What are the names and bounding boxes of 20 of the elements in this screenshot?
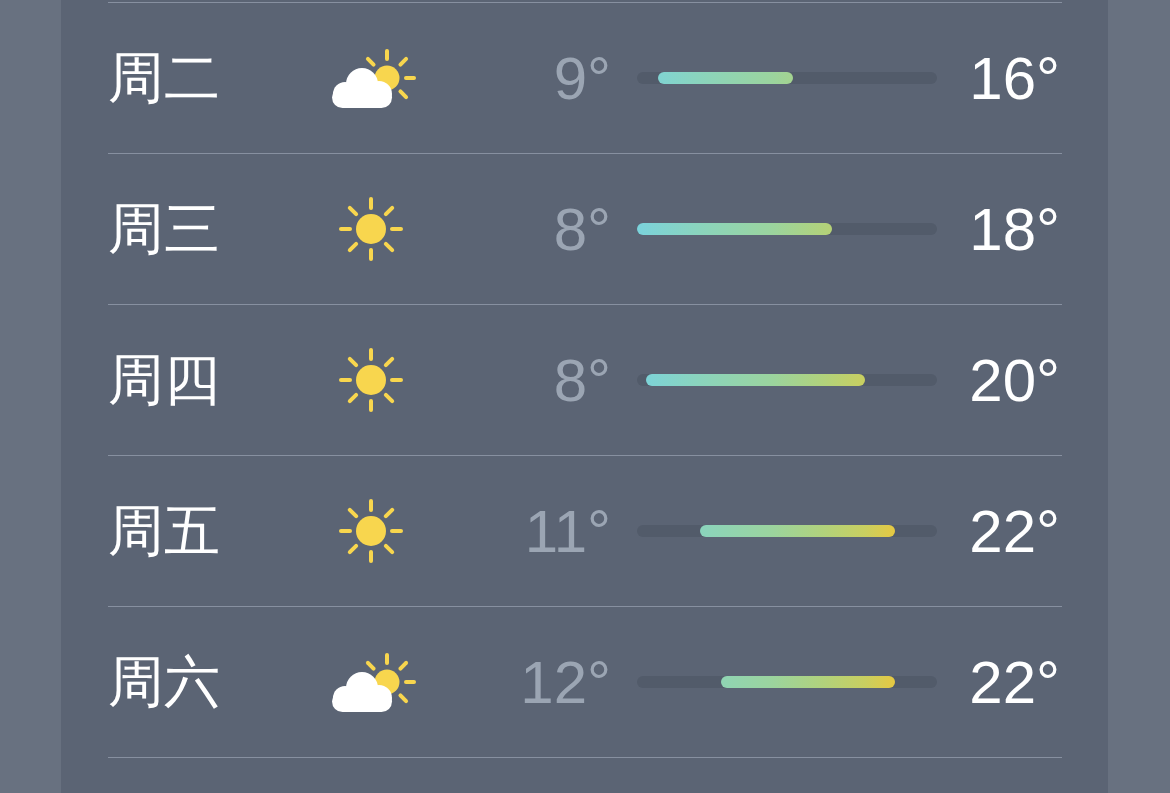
high-temperature: 20° (969, 345, 1061, 415)
sun-icon (339, 348, 403, 412)
high-temperature: 16° (969, 43, 1061, 113)
low-temperature: 8° (553, 345, 611, 415)
day-label: 周三 (108, 196, 221, 263)
sun-behind-cloud-icon (332, 652, 418, 712)
high-temperature: 22° (969, 647, 1061, 717)
low-temperature: 12° (520, 647, 611, 717)
sun-icon (339, 499, 403, 563)
day-label: 周五 (108, 498, 221, 565)
low-temperature: 11° (524, 496, 611, 566)
sun-behind-cloud-icon (332, 48, 418, 108)
low-temperature: 8° (553, 194, 611, 264)
day-label: 周四 (108, 347, 221, 414)
high-temperature: 18° (969, 194, 1061, 264)
high-temperature: 22° (969, 496, 1061, 566)
low-temperature: 9° (553, 43, 611, 113)
day-label: 周六 (108, 649, 221, 716)
sun-icon (339, 197, 403, 261)
day-label: 周二 (108, 45, 221, 112)
